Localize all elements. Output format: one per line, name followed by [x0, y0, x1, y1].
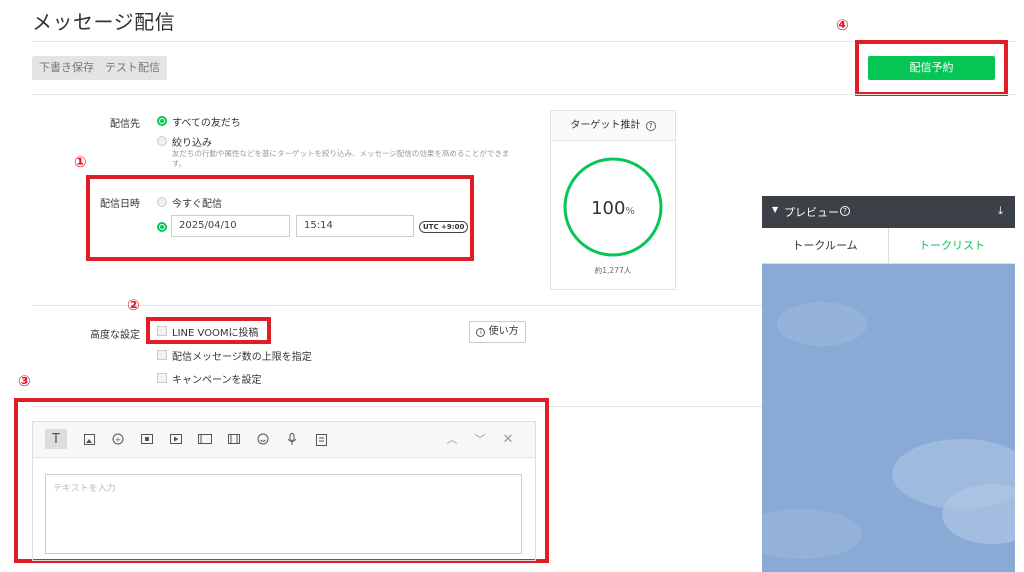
- send-now-label: 今すぐ配信: [172, 199, 222, 210]
- annotation-number-3: ③: [18, 372, 31, 390]
- target-estimate-panel: ターゲット推計 ? 100% 約1,277人: [550, 110, 676, 290]
- mic-icon[interactable]: [281, 429, 303, 449]
- limit-checkbox[interactable]: [157, 350, 167, 360]
- scheduled-radio[interactable]: [157, 222, 167, 232]
- coupon-icon[interactable]: [136, 429, 158, 449]
- divider: [32, 305, 762, 306]
- tab-talk-room[interactable]: トークルーム: [762, 228, 889, 263]
- recipients-label: 配信先: [110, 119, 140, 130]
- info-icon: i: [476, 328, 486, 337]
- advanced-label: 高度な設定: [90, 330, 140, 341]
- howto-button[interactable]: i 使い方: [469, 321, 526, 343]
- all-friends-radio[interactable]: [157, 116, 167, 126]
- preview-panel: ▼ プレビュー ? ⤓ トークルーム トークリスト: [762, 196, 1015, 572]
- test-send-button[interactable]: テスト配信: [98, 56, 167, 80]
- date-input[interactable]: 2025/04/10: [171, 215, 290, 237]
- preview-background-clouds: [762, 302, 1015, 559]
- text-icon[interactable]: T: [45, 429, 67, 449]
- info-icon[interactable]: ?: [840, 206, 850, 216]
- voom-checkbox[interactable]: [157, 326, 167, 336]
- target-percent-value: 100: [591, 198, 626, 219]
- sticker-icon[interactable]: +: [107, 429, 129, 449]
- emoji-icon[interactable]: [252, 429, 274, 449]
- svg-text:+: +: [115, 436, 121, 444]
- preview-header: ▼ プレビュー ? ⤓: [762, 196, 1015, 228]
- target-percent-unit: %: [625, 206, 635, 217]
- campaign-checkbox[interactable]: [157, 373, 167, 383]
- preview-title: プレビュー: [784, 206, 839, 219]
- voom-label: LINE VOOMに投稿: [172, 328, 259, 339]
- annotation-number-2: ②: [127, 296, 140, 314]
- time-input[interactable]: 15:14: [296, 215, 414, 237]
- filter-note-cont: す。: [172, 159, 187, 168]
- filter-note: 友だちの行動や属性などを基にターゲットを絞り込み、メッセージ配信の効果を高めるこ…: [172, 149, 510, 158]
- campaign-label: キャンペーンを設定: [172, 375, 262, 386]
- howto-label: 使い方: [488, 326, 519, 337]
- target-count: 約1,277人: [594, 266, 632, 275]
- annotation-number-4: ④: [836, 16, 849, 34]
- move-up-icon[interactable]: ︿: [441, 429, 463, 449]
- limit-label: 配信メッセージ数の上限を指定: [172, 352, 312, 363]
- all-friends-label: すべての友だち: [172, 118, 241, 129]
- editor-toolbar: T + ︿ ﹀ ✕: [33, 422, 535, 458]
- save-draft-button[interactable]: 下書き保存: [32, 56, 101, 80]
- info-icon[interactable]: ?: [645, 121, 656, 131]
- move-down-icon[interactable]: ﹀: [469, 429, 491, 449]
- schedule-label: 配信日時: [100, 199, 140, 210]
- filter-radio[interactable]: [157, 136, 167, 146]
- message-editor: T + ︿ ﹀ ✕ テキストを入力: [32, 421, 536, 561]
- target-estimate-title: ターゲット推計: [570, 120, 641, 131]
- target-percent: 100%: [551, 198, 675, 219]
- card-icon[interactable]: [194, 429, 216, 449]
- survey-icon[interactable]: [310, 429, 332, 449]
- timezone-badge: UTC +9:00: [419, 221, 469, 233]
- video-icon[interactable]: [165, 429, 187, 449]
- page-title: メッセージ配信: [32, 10, 176, 34]
- filter-label: 絞り込み: [172, 138, 212, 149]
- message-text-input[interactable]: テキストを入力: [45, 474, 522, 554]
- divider: [32, 94, 1016, 95]
- collapse-icon[interactable]: ▼: [772, 205, 778, 214]
- annotation-number-1: ①: [74, 153, 87, 171]
- download-icon[interactable]: ⤓: [998, 204, 1003, 218]
- rich-video-icon[interactable]: [223, 429, 245, 449]
- close-icon[interactable]: ✕: [497, 429, 519, 449]
- send-now-radio[interactable]: [157, 197, 167, 207]
- image-icon[interactable]: [78, 429, 100, 449]
- tab-talk-list[interactable]: トークリスト: [889, 228, 1015, 263]
- preview-tabs: トークルーム トークリスト: [762, 228, 1015, 264]
- schedule-send-button[interactable]: 配信予約: [868, 56, 995, 80]
